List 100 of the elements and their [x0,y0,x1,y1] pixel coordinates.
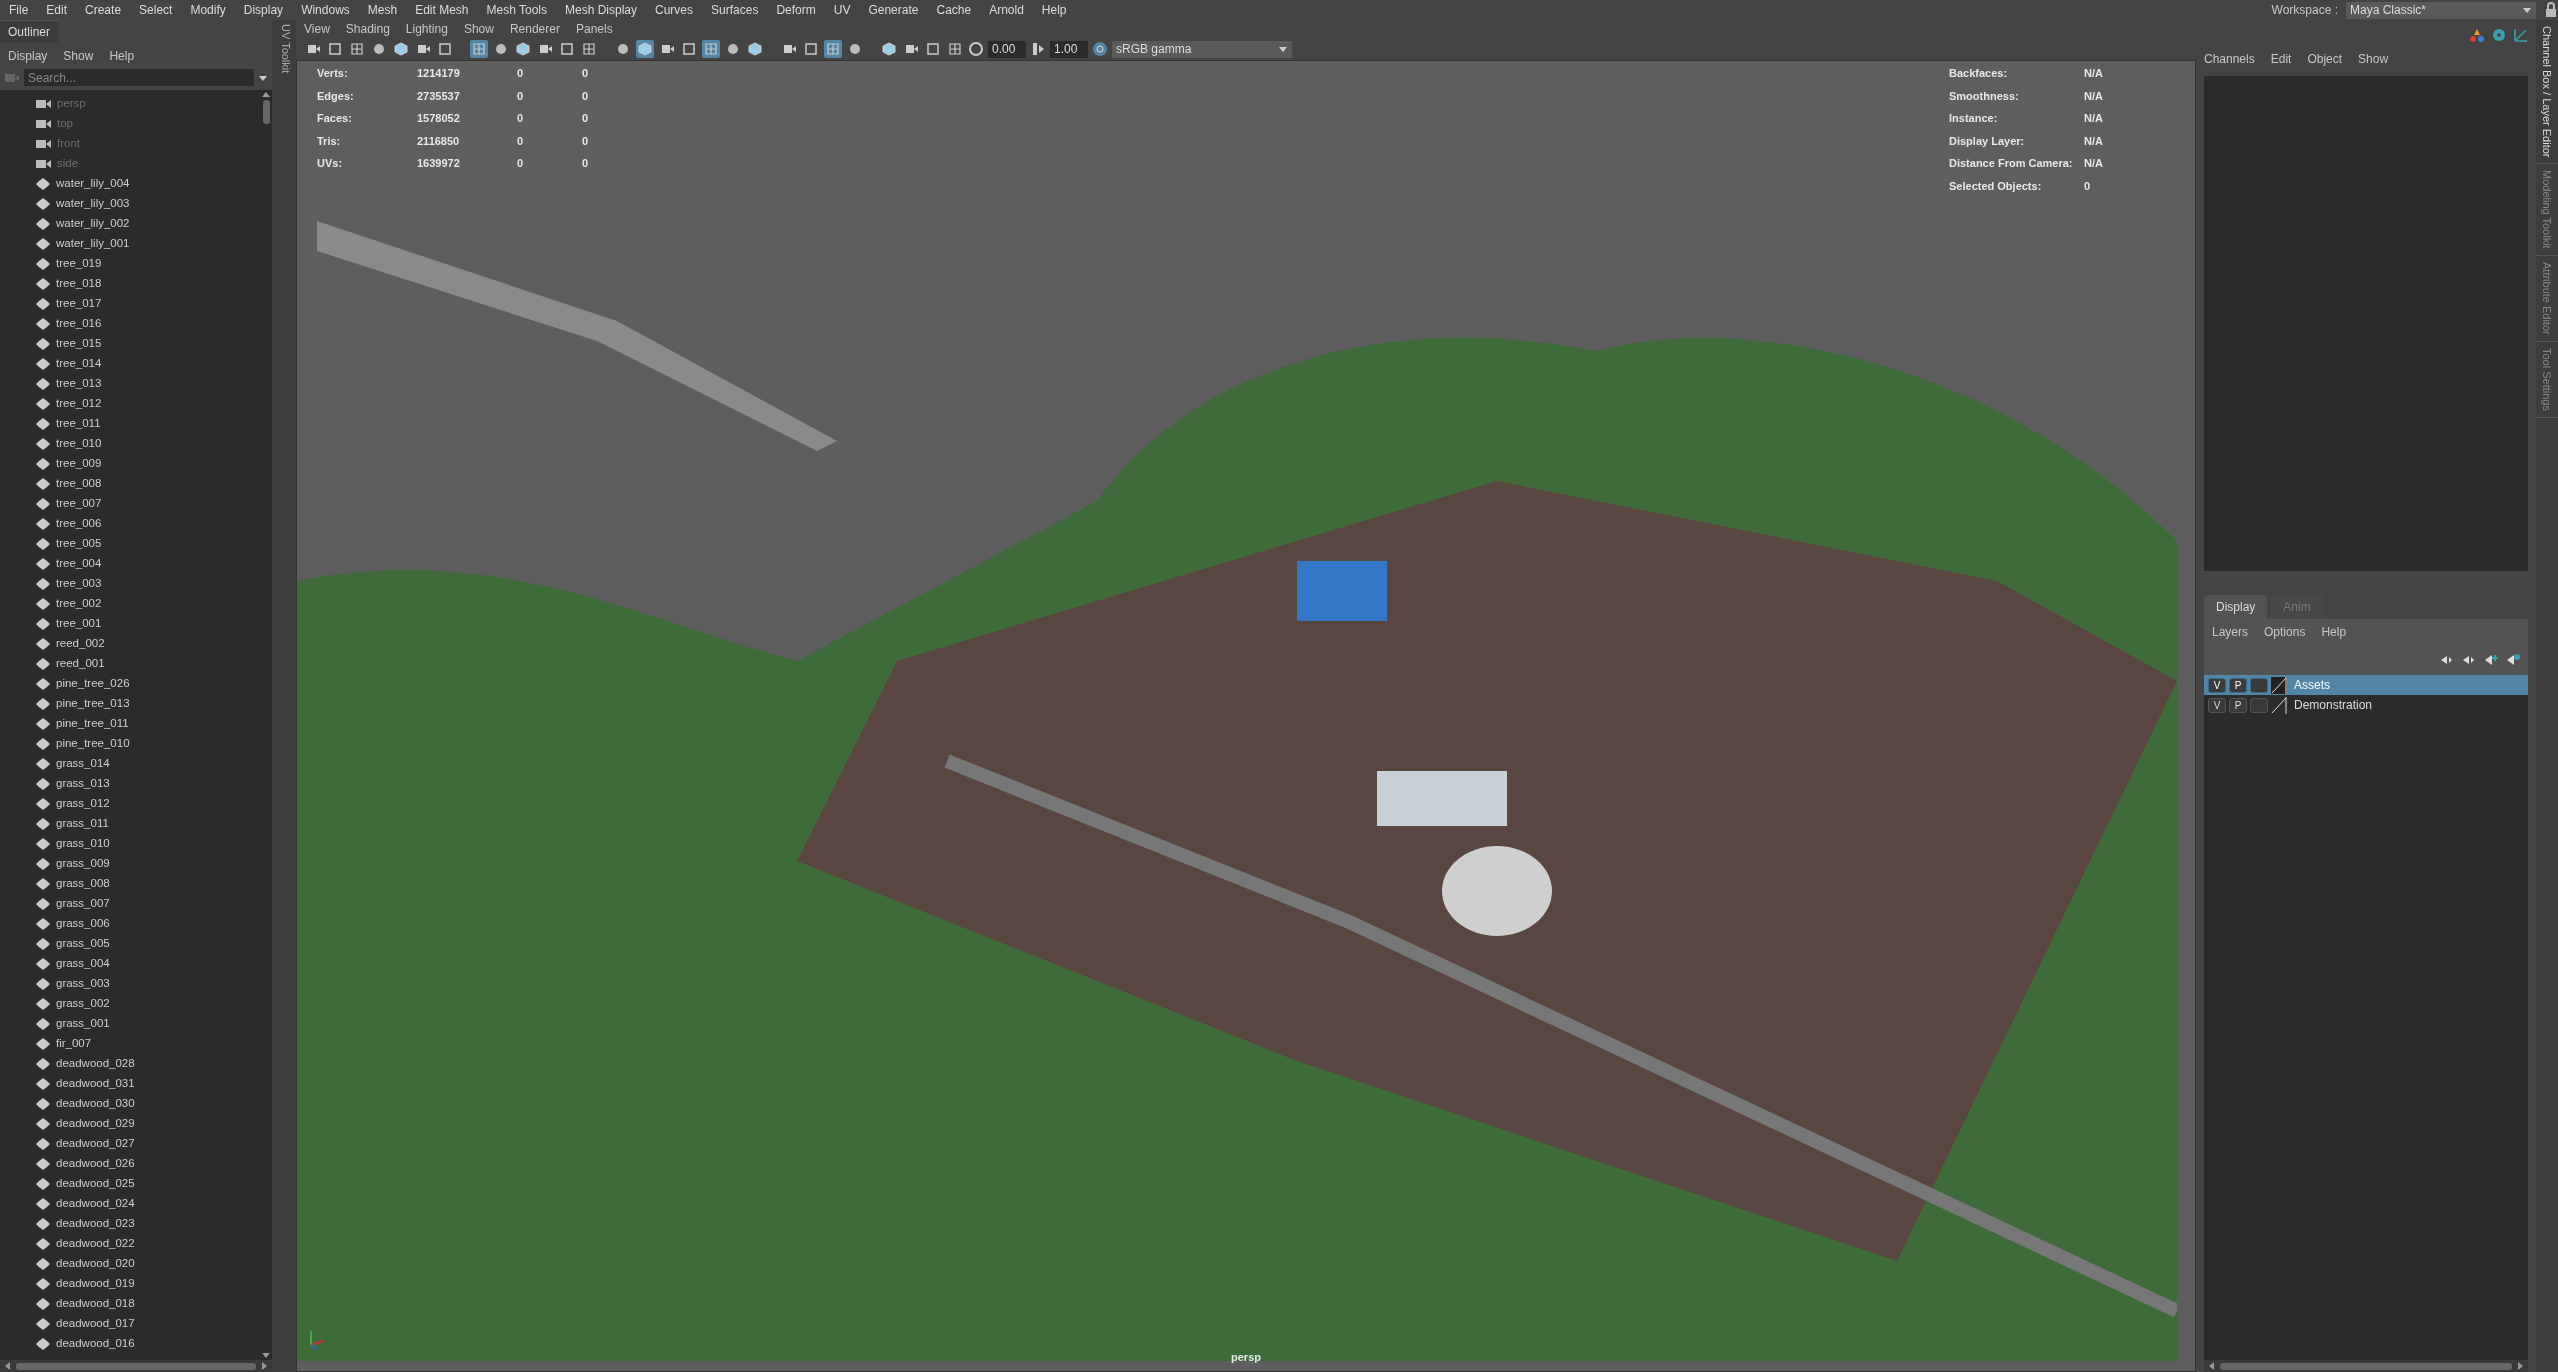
outliner-item[interactable]: grass_011 [56,815,109,833]
outliner-item[interactable]: tree_014 [56,355,102,373]
aperture-icon[interactable] [968,41,984,57]
outliner-item[interactable]: tree_008 [56,475,102,493]
menu-item[interactable]: Show [63,47,94,65]
toolbar-icon[interactable] [392,40,410,58]
visibility-toggle[interactable]: V [2208,697,2226,713]
outliner-item[interactable]: tree_016 [56,315,102,333]
outliner-item[interactable]: deadwood_020 [56,1255,135,1273]
menu-item[interactable]: Lighting [405,20,448,38]
outliner-item[interactable]: water_lily_004 [56,175,130,193]
menu-item[interactable]: Cache [927,0,981,20]
toolbar-icon[interactable] [436,40,454,58]
outliner-item[interactable]: deadwood_027 [56,1135,135,1153]
workspace-dropdown[interactable]: Maya Classic* [2346,1,2536,19]
menu-item[interactable]: Curves [646,0,703,20]
menu-item[interactable]: Arnold [980,0,1033,20]
menu-item[interactable]: Display [8,47,48,65]
menu-item[interactable]: Modify [181,0,235,20]
lock-icon[interactable] [2544,2,2558,18]
menu-item[interactable]: Create [76,0,131,20]
panel-tab[interactable]: Outliner [0,20,59,43]
outliner-item[interactable]: grass_001 [56,1015,110,1033]
outliner-item[interactable]: deadwood_019 [56,1275,135,1293]
outliner-item[interactable]: pine_tree_026 [56,675,130,693]
outliner-item[interactable]: grass_007 [56,895,110,913]
outliner-item[interactable]: grass_008 [56,875,110,893]
menu-item[interactable]: Shading [345,20,390,38]
menu-item[interactable]: File [0,0,38,20]
outliner-item[interactable]: reed_001 [56,655,105,673]
playback-toggle[interactable]: P [2229,697,2247,713]
menu-item[interactable]: Generate [859,0,928,20]
toolbar-icon[interactable] [680,40,698,58]
toolbar-icon[interactable] [580,40,598,58]
menu-item[interactable]: Select [130,0,182,20]
outliner-item[interactable]: grass_010 [56,835,110,853]
scrollbar-thumb[interactable] [2220,1362,2512,1370]
toolbar-icon[interactable] [348,40,366,58]
menu-item[interactable]: Surfaces [702,0,768,20]
menu-item[interactable]: Edit [37,0,77,20]
outliner-item[interactable]: pine_tree_013 [56,695,130,713]
menu-item[interactable]: Mesh Tools [477,0,556,20]
outliner-item[interactable]: reed_002 [56,635,105,653]
layer-icon[interactable] [2484,653,2498,667]
menu-item[interactable]: Options [2264,623,2306,641]
menu-item[interactable]: Show [463,20,494,38]
layer-icon[interactable] [2506,653,2520,667]
toolbar-icon[interactable] [326,40,344,58]
color-space-dropdown[interactable]: sRGB gamma [1112,40,1292,58]
menu-item[interactable]: Help [1032,0,1076,20]
outliner-item[interactable]: fir_007 [56,1035,92,1053]
outliner-item[interactable]: deadwood_016 [56,1335,135,1353]
panel-tab[interactable]: Channel Box / Layer Editor [2536,20,2558,165]
scroll-left-icon[interactable] [2208,1361,2216,1371]
scroll-up-icon[interactable] [261,90,271,98]
outliner-item[interactable]: grass_004 [56,955,110,973]
menu-item[interactable]: UV [824,0,860,20]
outliner-item[interactable]: tree_002 [56,595,102,613]
panel-tab[interactable]: UV Toolkit [272,20,296,78]
scrollbar-thumb[interactable] [16,1362,256,1370]
layer-icon[interactable] [2440,653,2454,667]
menu-item[interactable]: Object [2307,50,2343,68]
outliner-item[interactable]: water_lily_002 [56,215,130,233]
scroll-right-icon[interactable] [260,1361,268,1371]
outliner-item[interactable]: pine_tree_011 [56,715,129,733]
outliner-item[interactable]: deadwood_022 [56,1235,135,1253]
menu-item[interactable]: Deform [767,0,825,20]
visibility-toggle[interactable]: V [2208,677,2226,693]
outliner-item[interactable]: tree_005 [56,535,102,553]
layer-row[interactable]: V P Assets [2204,675,2528,695]
menu-item[interactable]: Windows [292,0,359,20]
layer-name[interactable]: Demonstration [2294,696,2373,714]
scrollbar-thumb[interactable] [262,100,270,124]
layer-name[interactable]: Assets [2294,676,2330,694]
menu-item[interactable]: Edit Mesh [406,0,478,20]
outliner-item[interactable]: grass_006 [56,915,110,933]
menu-item[interactable]: Mesh Display [556,0,647,20]
search-field[interactable]: Search... [24,69,254,86]
display-type-toggle[interactable] [2250,677,2268,693]
outliner-item[interactable]: deadwood_024 [56,1195,135,1213]
outliner-item[interactable]: grass_014 [56,755,110,773]
outliner-item[interactable]: tree_001 [56,615,102,633]
exposure-field[interactable]: 0.00 [988,40,1026,58]
menu-item[interactable]: Renderer [509,20,560,38]
scroll-right-icon[interactable] [2516,1361,2524,1371]
outliner-item[interactable]: tree_003 [56,575,102,593]
outliner-item[interactable]: tree_009 [56,455,102,473]
outliner-item[interactable]: tree_015 [56,335,102,353]
toolbar-icon[interactable] [802,40,820,58]
outliner-item[interactable]: tree_010 [56,435,102,453]
menu-item[interactable]: Help [109,47,135,65]
outliner-item[interactable]: deadwood_031 [56,1075,135,1093]
menu-item[interactable]: Layers [2212,623,2249,641]
outliner-item[interactable]: tree_017 [56,295,102,313]
menu-item[interactable]: View [304,20,330,38]
outliner-item[interactable]: deadwood_030 [56,1095,135,1113]
menu-item[interactable]: Panels [575,20,613,38]
outliner-item[interactable]: deadwood_017 [56,1315,135,1333]
outliner-item[interactable]: pine_tree_010 [56,735,130,753]
toolbar-icon[interactable] [636,40,654,58]
